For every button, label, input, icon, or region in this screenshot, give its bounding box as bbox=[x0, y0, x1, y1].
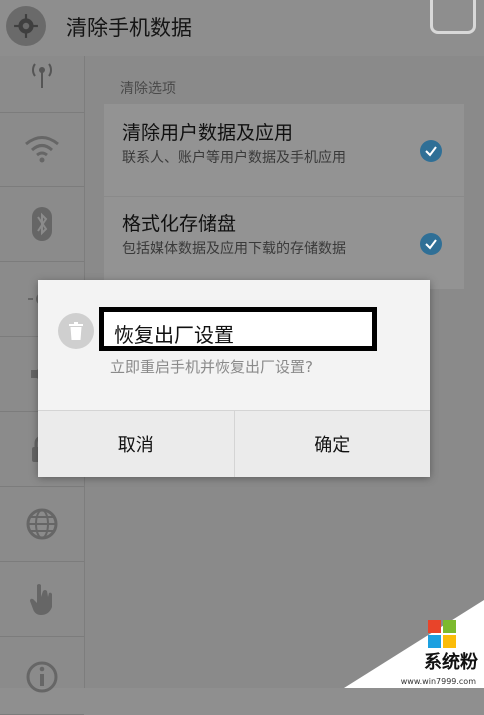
hand-touch-icon[interactable] bbox=[0, 562, 84, 637]
checkbox-checked-icon[interactable] bbox=[420, 140, 442, 162]
watermark-background bbox=[344, 600, 484, 688]
dialog-title: 恢复出厂设置 bbox=[114, 323, 234, 347]
globe-icon[interactable] bbox=[0, 487, 84, 562]
option-clear-user-data[interactable]: 清除用户数据及应用 联系人、账户等用户数据及手机应用 bbox=[104, 104, 464, 196]
watermark: 系统粉 www.win7999.com bbox=[344, 600, 484, 688]
option-desc: 包括媒体数据及应用下载的存储数据 bbox=[122, 241, 346, 257]
windows-logo-icon bbox=[428, 620, 456, 648]
option-desc: 联系人、账户等用户数据及手机应用 bbox=[122, 150, 346, 166]
checkbox-checked-icon[interactable] bbox=[420, 233, 442, 255]
cancel-button[interactable]: 取消 bbox=[38, 411, 234, 477]
option-title: 清除用户数据及应用 bbox=[122, 122, 294, 144]
dialog-button-bar: 取消 确定 bbox=[38, 410, 430, 477]
page-title: 清除手机数据 bbox=[66, 16, 192, 40]
bluetooth-icon[interactable] bbox=[0, 187, 84, 262]
signal-tower-icon[interactable] bbox=[0, 38, 84, 113]
dialog-message: 立即重启手机并恢复出厂设置? bbox=[110, 358, 313, 376]
wifi-icon[interactable] bbox=[0, 112, 84, 187]
watermark-text: 系统粉 bbox=[424, 652, 478, 673]
section-label: 清除选项 bbox=[120, 81, 176, 97]
search-icon[interactable] bbox=[430, 0, 476, 34]
watermark-url: www.win7999.com bbox=[400, 677, 476, 686]
ok-button[interactable]: 确定 bbox=[233, 411, 431, 477]
info-icon[interactable] bbox=[0, 640, 84, 715]
trash-icon bbox=[58, 313, 94, 349]
option-format-storage[interactable]: 格式化存储盘 包括媒体数据及应用下载的存储数据 bbox=[104, 197, 464, 289]
factory-reset-dialog: 恢复出厂设置 立即重启手机并恢复出厂设置? 取消 确定 bbox=[38, 280, 430, 477]
option-title: 格式化存储盘 bbox=[122, 213, 237, 235]
